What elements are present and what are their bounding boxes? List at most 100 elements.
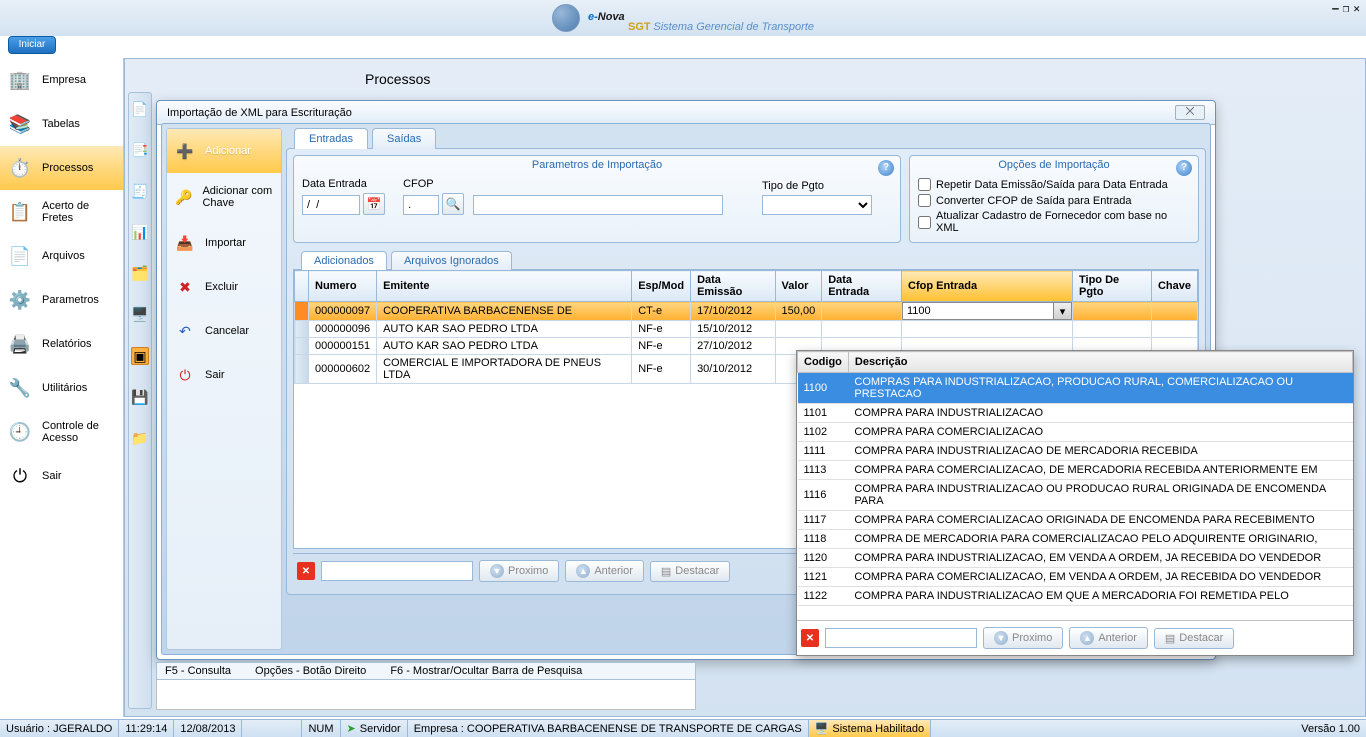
table-row[interactable]: 000000097COOPERATIVA BARBACENENSE DECT-e…	[295, 302, 1198, 321]
sidebar-item-sair[interactable]: ⏻Sair	[0, 454, 123, 498]
select-tipo-pgto[interactable]	[762, 195, 872, 215]
sidebar-icon: 🏢	[8, 68, 32, 92]
cfop-row[interactable]: 1116COMPRA PARA INDUSTRIALIZACAO OU PROD…	[798, 480, 1353, 511]
action-cancelar[interactable]: ↶Cancelar	[167, 309, 281, 353]
dialog-close-button[interactable]: ⨉	[1175, 105, 1205, 120]
checkbox-repetir-data[interactable]: Repetir Data Emissão/Saída para Data Ent…	[918, 178, 1190, 191]
highlight-icon: ▤	[661, 565, 671, 578]
action-importar[interactable]: 📥Importar	[167, 221, 281, 265]
sidebar-item-acerto-de-fretes[interactable]: 📋Acerto de Fretes	[0, 190, 123, 234]
sidebar-item-tabelas[interactable]: 📚Tabelas	[0, 102, 123, 146]
sidebar-item-relatórios[interactable]: 🖨️Relatórios	[0, 322, 123, 366]
sidebar-item-processos[interactable]: ⏱️Processos	[0, 146, 123, 190]
input-cfop-desc[interactable]	[473, 195, 723, 215]
sidebar-item-parametros[interactable]: ⚙️Parametros	[0, 278, 123, 322]
tab-entradas[interactable]: Entradas	[294, 128, 368, 149]
cfop-row[interactable]: 1102COMPRA PARA COMERCIALIZACAO	[798, 423, 1353, 442]
cfop-row[interactable]: 1120COMPRA PARA INDUSTRIALIZACAO, EM VEN…	[798, 549, 1353, 568]
side-tool-7-icon[interactable]: ▣	[131, 347, 149, 365]
col-header[interactable]: Chave	[1151, 271, 1197, 302]
side-tool-9-icon[interactable]: 📁	[131, 430, 148, 447]
subtab-adicionados[interactable]: Adicionados	[301, 251, 387, 270]
app-statusbar: Usuário : JGERALDO 11:29:14 12/08/2013 N…	[0, 719, 1366, 737]
input-data-entrada[interactable]	[302, 195, 360, 215]
search-input[interactable]	[321, 561, 473, 581]
cfop-row[interactable]: 1113COMPRA PARA COMERCIALIZACAO, DE MERC…	[798, 461, 1353, 480]
cfop-combo[interactable]: ▾	[902, 302, 1072, 320]
col-header[interactable]: Emitente	[377, 271, 632, 302]
sidebar-item-label: Sair	[42, 470, 62, 482]
cfop-anterior-button[interactable]: ▲Anterior	[1069, 627, 1148, 649]
col-header[interactable]: Tipo De Pgto	[1073, 271, 1152, 302]
tab-saídas[interactable]: Saídas	[372, 128, 436, 149]
col-header[interactable]: Numero	[309, 271, 377, 302]
brand-logo-icon	[552, 4, 580, 32]
fieldset-opcoes: Opções de Importação ? Repetir Data Emis…	[909, 155, 1199, 243]
action-label: Adicionar com Chave	[202, 185, 273, 209]
cfop-row[interactable]: 1118COMPRA DE MERCADORIA PARA COMERCIALI…	[798, 530, 1353, 549]
search-close-icon[interactable]: ✕	[297, 562, 315, 580]
col-header[interactable]: Descrição	[848, 352, 1352, 373]
col-header[interactable]: Cfop Entrada	[902, 271, 1073, 302]
table-row[interactable]: 000000096AUTO KAR SAO PEDRO LTDANF-e15/1…	[295, 321, 1198, 338]
restore-button[interactable]: ❐	[1343, 2, 1350, 15]
calendar-icon[interactable]: 📅	[363, 193, 385, 215]
sidebar-item-label: Processos	[42, 162, 93, 174]
checkbox-atualizar-cadastro[interactable]: Atualizar Cadastro de Fornecedor com bas…	[918, 210, 1190, 234]
help-icon[interactable]: ?	[1176, 160, 1192, 176]
sidebar-item-controle-de-acesso[interactable]: 🕘Controle de Acesso	[0, 410, 123, 454]
checkbox-converter-cfop[interactable]: Converter CFOP de Saída para Entrada	[918, 194, 1190, 207]
col-header[interactable]: Data Emissão	[691, 271, 775, 302]
start-button[interactable]: Iniciar	[8, 36, 56, 54]
cfop-row[interactable]: 1111COMPRA PARA INDUSTRIALIZACAO DE MERC…	[798, 442, 1353, 461]
col-header[interactable]: Esp/Mod	[632, 271, 691, 302]
col-header[interactable]	[295, 271, 309, 302]
sidebar-item-label: Arquivos	[42, 250, 85, 262]
cfop-row[interactable]: 1100COMPRAS PARA INDUSTRIALIZACAO, PRODU…	[798, 373, 1353, 404]
side-tool-4-icon[interactable]: 📊	[131, 224, 148, 241]
search-proximo-button[interactable]: ▼Proximo	[479, 560, 559, 582]
titlebar: e-Nova SGT Sistema Gerencial de Transpor…	[0, 0, 1366, 36]
side-tool-6-icon[interactable]: 🖥️	[131, 306, 148, 323]
cfop-search-input[interactable]	[825, 628, 977, 648]
sidebar-item-empresa[interactable]: 🏢 Empresa	[0, 58, 123, 102]
sidebar-item-label: Acerto de Fretes	[42, 200, 115, 224]
subtab-arquivos-ignorados[interactable]: Arquivos Ignorados	[391, 251, 512, 270]
chevron-down-icon[interactable]: ▾	[1054, 302, 1072, 320]
search-destacar-button[interactable]: ▤Destacar	[650, 561, 730, 582]
cfop-row[interactable]: 1121COMPRA PARA COMERCIALIZACAO, EM VEND…	[798, 568, 1353, 587]
side-tool-2-icon[interactable]: 📑	[131, 142, 148, 159]
sidebar-item-utilitários[interactable]: 🔧Utilitários	[0, 366, 123, 410]
close-button[interactable]: ✕	[1353, 2, 1360, 15]
cfop-combo-input[interactable]	[902, 302, 1054, 320]
search-icon[interactable]: 🔍	[442, 193, 464, 215]
side-tool-8-icon[interactable]: 💾	[131, 389, 148, 406]
cfop-row[interactable]: 1117COMPRA PARA COMERCIALIZACAO ORIGINAD…	[798, 511, 1353, 530]
action-excluir[interactable]: ✖Excluir	[167, 265, 281, 309]
sidebar-item-label: Empresa	[42, 74, 86, 86]
cfop-grid[interactable]: CodigoDescrição1100COMPRAS PARA INDUSTRI…	[797, 351, 1353, 616]
search-anterior-button[interactable]: ▲Anterior	[565, 560, 644, 582]
cfop-row[interactable]: 1101COMPRA PARA INDUSTRIALIZACAO	[798, 404, 1353, 423]
cfop-destacar-button[interactable]: ▤Destacar	[1154, 628, 1234, 649]
col-header[interactable]: Data Entrada	[822, 271, 902, 302]
action-sair[interactable]: ⏻Sair	[167, 353, 281, 397]
minimize-button[interactable]: —	[1332, 2, 1339, 15]
cfop-proximo-button[interactable]: ▼Proximo	[983, 627, 1063, 649]
side-tool-5-icon[interactable]: 🗂️	[131, 265, 148, 282]
col-header[interactable]: Codigo	[798, 352, 849, 373]
action-adicionar-com-chave[interactable]: 🔑Adicionar com Chave	[167, 173, 281, 221]
help-icon[interactable]: ?	[878, 160, 894, 176]
cfop-row[interactable]: 1122COMPRA PARA INDUSTRIALIZACAO EM QUE …	[798, 587, 1353, 606]
brand-subtitle: SGT Sistema Gerencial de Transporte	[628, 21, 814, 33]
search-close-icon[interactable]: ✕	[801, 629, 819, 647]
sidebar-item-arquivos[interactable]: 📄Arquivos	[0, 234, 123, 278]
subtabs: AdicionadosArquivos Ignorados	[293, 251, 1199, 270]
col-header[interactable]: Valor	[775, 271, 822, 302]
dialog-titlebar[interactable]: Importação de XML para Escrituração ⨉	[157, 101, 1215, 125]
hint-opcoes: Opções - Botão Direito	[255, 665, 366, 677]
action-adicionar[interactable]: ➕Adicionar	[167, 129, 281, 173]
input-cfop[interactable]	[403, 195, 439, 215]
side-tool-3-icon[interactable]: 🧾	[131, 183, 148, 200]
side-tool-1-icon[interactable]: 📄	[131, 101, 148, 118]
